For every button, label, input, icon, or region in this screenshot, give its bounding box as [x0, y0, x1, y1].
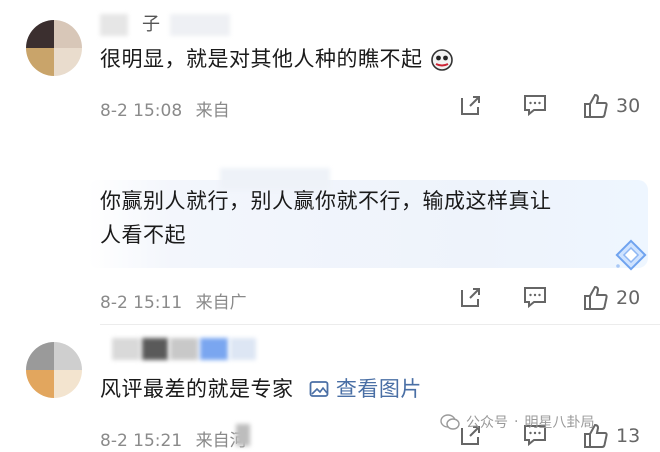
- comment-location: 来自广: [195, 293, 247, 313]
- comment-meta: 8-2 15:08 来自: [100, 96, 230, 121]
- username-blur: [100, 14, 128, 36]
- watermark-name: 明星八卦局: [524, 415, 595, 431]
- username-blur: [142, 338, 168, 360]
- like-button[interactable]: 30: [582, 92, 640, 120]
- location-blur: [236, 424, 250, 446]
- share-icon: [461, 96, 480, 115]
- comment-item: 子 很明显，就是对其他人种的瞧不起 8-2 15:08 来自 30: [0, 0, 660, 140]
- thumbs-up-icon: [584, 285, 608, 310]
- share-button[interactable]: [458, 92, 484, 118]
- comment-text-line: 你赢别人就行，别人赢你就不行，输成这样真让: [100, 189, 552, 213]
- comment-location: 来自: [195, 101, 230, 121]
- comment-text-line: 人看不起: [100, 223, 186, 247]
- comment-text-content: 风评最差的就是专家: [100, 377, 294, 401]
- image-icon: [309, 381, 329, 397]
- comment-item: 你赢别人就行，别人赢你就不行，输成这样真让 人看不起 8-2 15:11 来自广: [0, 150, 660, 320]
- username[interactable]: 子: [142, 10, 160, 36]
- watermark-separator: ·: [514, 414, 519, 430]
- wechat-icon: [440, 414, 460, 430]
- comment-meta: 8-2 15:21 来自河: [100, 426, 247, 451]
- comment-text-content: 很明显，就是对其他人种的瞧不起: [100, 47, 423, 71]
- watermark-type: 公众号: [466, 415, 508, 431]
- comment-actions: 30: [458, 92, 658, 122]
- comment-text: 风评最差的就是专家 查看图片: [100, 372, 422, 406]
- diamond-icon: [612, 236, 650, 278]
- comment-date: 8-2 15:08: [100, 101, 183, 121]
- username-blur: [170, 338, 198, 360]
- view-image-label: 查看图片: [335, 377, 422, 401]
- username-blur: [200, 338, 228, 360]
- avatar[interactable]: [26, 342, 82, 398]
- avatar[interactable]: [26, 20, 82, 76]
- comment-meta: 8-2 15:11 来自广: [100, 288, 247, 313]
- comment-date: 8-2 15:11: [100, 293, 183, 313]
- username-blur: [170, 14, 230, 36]
- like-count: 30: [616, 95, 641, 117]
- face-icon: [430, 48, 454, 72]
- comment-icon: [524, 95, 546, 117]
- comment-button[interactable]: [522, 284, 548, 310]
- share-icon: [461, 288, 480, 307]
- comment-text: 很明显，就是对其他人种的瞧不起: [100, 42, 454, 76]
- share-button[interactable]: [458, 284, 484, 310]
- comment-text: 你赢别人就行，别人赢你就不行，输成这样真让 人看不起: [100, 184, 640, 252]
- username-blur: [230, 338, 256, 360]
- comment-button[interactable]: [522, 92, 548, 118]
- like-count: 13: [616, 425, 641, 447]
- comment-icon: [524, 287, 546, 309]
- thumbs-up-icon: [584, 93, 608, 118]
- divider: [100, 324, 660, 325]
- comment-date: 8-2 15:21: [100, 431, 183, 451]
- watermark: 公众号 · 明星八卦局: [440, 412, 594, 432]
- like-count: 20: [616, 287, 641, 309]
- username-blur: [112, 338, 140, 360]
- like-button[interactable]: 20: [582, 284, 640, 312]
- comment-actions: 20: [458, 284, 658, 314]
- view-image-link[interactable]: 查看图片: [309, 377, 422, 401]
